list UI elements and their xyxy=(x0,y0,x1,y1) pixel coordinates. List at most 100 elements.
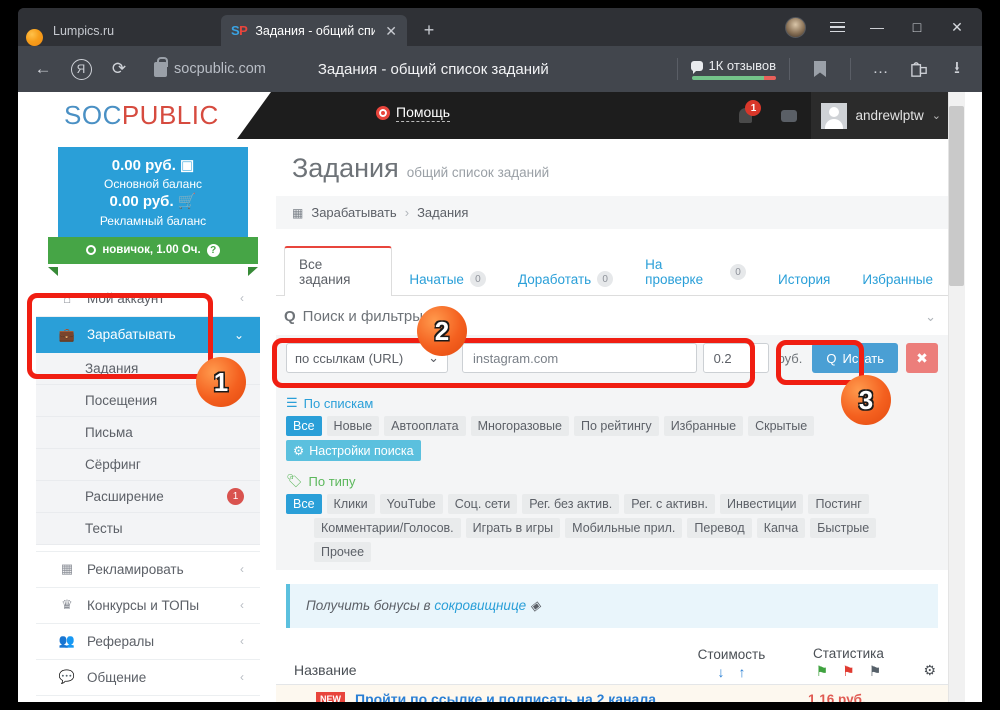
chip-type-all[interactable]: Все xyxy=(286,494,322,514)
task-title[interactable]: Пройти по ссылке и подписать на 2 канала xyxy=(355,691,656,702)
chip-hidden[interactable]: Скрытые xyxy=(748,416,815,436)
browser-menu-button[interactable] xyxy=(818,12,856,42)
flag-grey-icon[interactable]: ⚑ xyxy=(869,663,882,680)
comment-icon xyxy=(691,60,704,74)
ad-balance-label: Рекламный баланс xyxy=(99,213,207,228)
tab-started[interactable]: Начатые 0 xyxy=(394,261,501,296)
page-title-text: Задания xyxy=(292,153,399,183)
chip-favorites[interactable]: Избранные xyxy=(663,416,744,436)
chip-all[interactable]: Все xyxy=(286,416,322,436)
chip-type-mobile-apps[interactable]: Мобильные прил. xyxy=(565,518,683,538)
main-balance-value: 0.00 руб. xyxy=(111,157,176,174)
help-question-icon[interactable]: ? xyxy=(206,243,220,257)
search-section-header[interactable]: Q Поиск и фильтры ⌄ xyxy=(276,296,948,335)
close-button[interactable]: ✕ xyxy=(938,12,976,42)
browser-tab-lumpics[interactable]: Lumpics.ru xyxy=(43,16,221,46)
chip-type-posting[interactable]: Постинг xyxy=(808,494,869,514)
user-menu[interactable]: andrewlptw ⌄ xyxy=(811,92,953,139)
chip-type-reg-noactive[interactable]: Рег. без актив. xyxy=(522,494,620,514)
flag-red-icon[interactable]: ⚑ xyxy=(842,663,855,680)
close-icon[interactable]: ✕ xyxy=(385,24,397,38)
sidebar-item-referrals[interactable]: 👥 Рефералы ‹ xyxy=(36,623,260,660)
chip-type-fast[interactable]: Быстрые xyxy=(810,518,877,538)
chip-type-social[interactable]: Соц. сети xyxy=(447,494,518,514)
clear-filters-button[interactable]: ✖ xyxy=(906,343,938,373)
new-tab-button[interactable]: + xyxy=(415,16,443,44)
url-box[interactable]: socpublic.com xyxy=(144,56,276,81)
chevron-down-icon: ⌄ xyxy=(233,327,244,342)
sidebar-subitem-letters[interactable]: Письма xyxy=(36,417,260,449)
chip-type-translation[interactable]: Перевод xyxy=(687,518,752,538)
treasury-link[interactable]: сокровищнице xyxy=(434,598,526,613)
chip-type-clicks[interactable]: Клики xyxy=(326,494,375,514)
search-section-left: Q Поиск и фильтры xyxy=(284,308,423,325)
reload-button[interactable]: ⟳ xyxy=(102,52,136,86)
sidebar-divider xyxy=(36,544,260,552)
sort-asc-icon[interactable]: ↑ xyxy=(738,664,745,680)
chip-type-captcha[interactable]: Капча xyxy=(756,518,806,538)
rank-label: новичок, 1.00 Оч. xyxy=(102,244,201,257)
tab-rework[interactable]: Доработать 0 xyxy=(503,261,628,296)
chip-multiuse[interactable]: Многоразовые xyxy=(470,416,569,436)
tab-history[interactable]: История xyxy=(763,262,845,296)
browser-profile-avatar[interactable] xyxy=(785,16,806,38)
yandex-button[interactable]: Я xyxy=(64,52,98,86)
chip-by-rating[interactable]: По рейтингу xyxy=(573,416,659,436)
help-link[interactable]: Помощь xyxy=(376,104,451,122)
chip-type-games[interactable]: Играть в игры xyxy=(465,518,561,538)
sidebar-subitem-tests[interactable]: Тесты xyxy=(36,513,260,545)
collections-icon[interactable] xyxy=(902,52,936,86)
notifications-button[interactable]: 1 xyxy=(723,92,767,139)
bookmark-button[interactable] xyxy=(803,52,837,86)
flag-green-icon[interactable]: ⚑ xyxy=(816,663,829,680)
sidebar-item-finance[interactable]: ₽ Финансы ‹ xyxy=(36,695,260,702)
lock-icon xyxy=(154,56,168,77)
overflow-menu-button[interactable]: … xyxy=(864,52,898,86)
chip-autopay[interactable]: Автооплата xyxy=(384,416,466,436)
sidebar-subitem-surfing[interactable]: Сёрфинг xyxy=(36,449,260,481)
table-row[interactable]: NEW Пройти по ссылке и подписать на 2 ка… xyxy=(276,685,948,702)
sidebar-subitem-extension[interactable]: Расширение 1 xyxy=(36,481,260,513)
sidebar-item-communication[interactable]: 💬 Общение ‹ xyxy=(36,659,260,696)
divider xyxy=(677,58,679,80)
chevron-down-icon[interactable]: ⌄ xyxy=(925,309,936,325)
maximize-button[interactable]: □ xyxy=(898,12,936,42)
type-filter-section: 🏷 По типу Все Клики YouTube Соц. сети Ре… xyxy=(276,469,948,570)
ad-balance-amount: 0.00 руб. 🛒 xyxy=(58,192,248,212)
minimize-button[interactable]: — xyxy=(858,12,896,42)
chip-type-youtube[interactable]: YouTube xyxy=(379,494,443,514)
chip-type-other[interactable]: Прочее xyxy=(314,542,372,562)
tab-all-tasks[interactable]: Все задания xyxy=(284,246,393,296)
chip-type-comments[interactable]: Комментарии/Голосов. xyxy=(314,518,461,538)
scrollbar-thumb[interactable] xyxy=(949,106,964,286)
back-button[interactable]: ← xyxy=(26,52,60,86)
tab-favorites[interactable]: Избранные xyxy=(847,262,948,296)
reviews-widget[interactable]: 1К отзывов xyxy=(691,58,776,80)
annotation-marker-1: 1 xyxy=(196,357,246,407)
sidebar-item-contests[interactable]: ♛ Конкурсы и ТОПы ‹ xyxy=(36,587,260,624)
browser-tab-active[interactable]: SP Задания - общий списо ✕ xyxy=(221,15,407,46)
chip-new[interactable]: Новые xyxy=(326,416,380,436)
tab-on-review[interactable]: На проверке 0 xyxy=(630,247,761,296)
breadcrumb-item-earn[interactable]: Зарабатывать xyxy=(311,205,396,220)
rank-bar: новичок, 1.00 Оч. ? xyxy=(48,236,258,264)
sidebar-subitem-label: Письма xyxy=(85,424,133,440)
page-scrollbar[interactable] xyxy=(948,92,965,702)
divider xyxy=(789,58,790,80)
tasks-table-header: Название Стоимость ↓ ↑ Статистика ⚑ ⚑ ⚑ … xyxy=(276,628,948,685)
chip-search-settings[interactable]: ⚙ Настройки поиска xyxy=(286,440,421,461)
downloads-icon[interactable]: ⭳ xyxy=(940,52,974,86)
messages-button[interactable] xyxy=(767,92,811,139)
rating-negative xyxy=(763,76,776,80)
table-settings-gear-icon[interactable]: ⚙ xyxy=(923,662,936,680)
site-logo[interactable]: SOCPUBLIC xyxy=(64,100,219,131)
chip-type-reg-active[interactable]: Рег. с активн. xyxy=(624,494,716,514)
rating-bar xyxy=(691,76,776,80)
chip-type-investments[interactable]: Инвестиции xyxy=(720,494,804,514)
sort-desc-icon[interactable]: ↓ xyxy=(717,664,724,680)
browser-page-title: Задания - общий список заданий xyxy=(317,60,549,78)
sidebar-item-advertise[interactable]: ▦ Рекламировать ‹ xyxy=(36,551,260,588)
breadcrumb-item-tasks: Задания xyxy=(417,205,469,220)
tab-label: На проверке xyxy=(645,257,704,287)
yandex-icon: Я xyxy=(70,58,92,80)
